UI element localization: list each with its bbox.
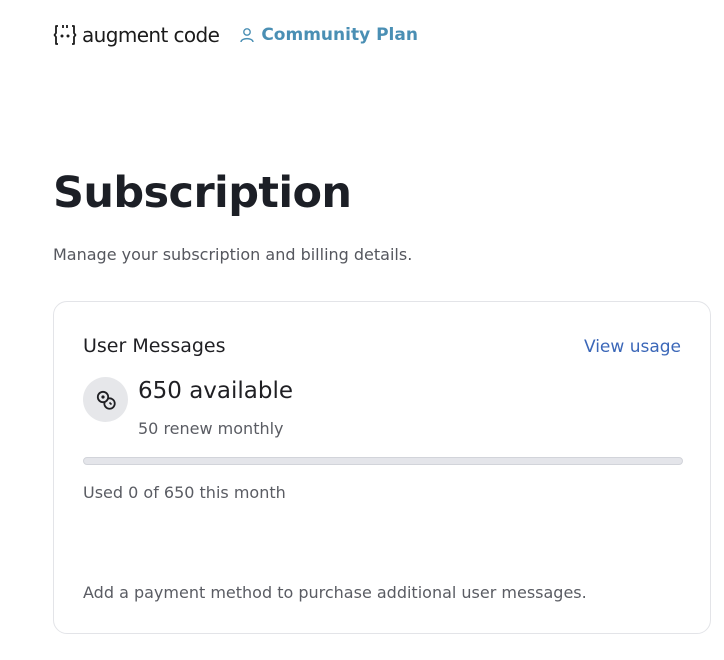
logo-text: augment code xyxy=(82,23,220,47)
user-icon xyxy=(240,28,255,43)
coins-icon xyxy=(96,390,116,410)
plan-badge[interactable]: Community Plan xyxy=(239,25,418,45)
usage-progress-bar xyxy=(83,457,683,465)
credits-icon-badge xyxy=(83,377,128,422)
payment-note: Add a payment method to purchase additio… xyxy=(83,583,587,602)
renew-info: 50 renew monthly xyxy=(138,419,284,438)
subscription-page: augment code Community Plan Subscription… xyxy=(0,0,724,660)
augment-logo-icon xyxy=(53,25,77,45)
page-subtitle: Manage your subscription and billing det… xyxy=(53,245,413,264)
top-bar: augment code Community Plan xyxy=(53,20,418,50)
view-usage-link[interactable]: View usage xyxy=(584,337,681,357)
augment-logo[interactable]: augment code xyxy=(53,23,220,47)
used-summary: Used 0 of 650 this month xyxy=(83,483,286,502)
user-messages-card: User Messages View usage 650 available 5… xyxy=(53,301,711,634)
plan-label: Community Plan xyxy=(261,25,418,45)
available-count: 650 available xyxy=(138,378,294,404)
card-title: User Messages xyxy=(83,335,226,357)
page-title: Subscription xyxy=(53,168,352,218)
